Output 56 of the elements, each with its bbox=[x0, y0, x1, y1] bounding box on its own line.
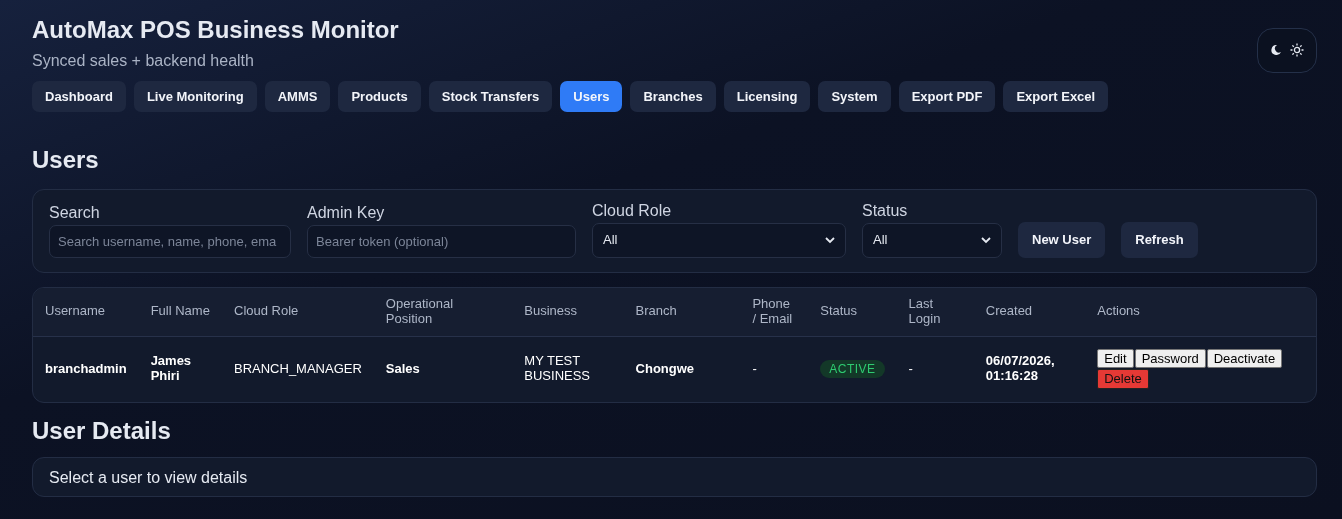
row-action-button[interactable]: Deactivate bbox=[1206, 348, 1283, 369]
caret-icon bbox=[981, 236, 991, 244]
nav-tab[interactable]: Branches bbox=[630, 80, 716, 113]
nav-tab[interactable]: System bbox=[818, 80, 891, 113]
row-action-button[interactable]: Edit bbox=[1097, 348, 1134, 369]
nav-tab[interactable]: Live Monitoring bbox=[133, 80, 257, 113]
app-title: AutoMax POS Business Monitor bbox=[32, 16, 399, 45]
table-cell: Sales bbox=[373, 336, 513, 402]
nav-tab[interactable]: Licensing bbox=[723, 80, 811, 113]
column-header: Cloud Role bbox=[222, 287, 374, 337]
table-cell: Chongwe bbox=[623, 336, 741, 402]
action-button[interactable]: Refresh bbox=[1121, 222, 1198, 258]
column-header: Phone / Email bbox=[740, 287, 809, 337]
table-cell: BRANCH_MANAGER bbox=[222, 336, 374, 402]
field-label: Status bbox=[862, 202, 909, 220]
table-cell: - bbox=[896, 336, 974, 402]
column-header: Last Login bbox=[896, 287, 974, 337]
nav-tab[interactable]: Export Excel bbox=[1003, 80, 1109, 113]
field-label: Admin Key bbox=[307, 204, 386, 222]
section-heading: Users bbox=[32, 146, 100, 176]
section-heading: User Details bbox=[32, 416, 172, 446]
table-cell: James Phiri bbox=[138, 336, 222, 402]
field-label: Cloud Role bbox=[592, 202, 673, 220]
status-badge: ACTIVE bbox=[820, 359, 885, 378]
theme-toggle[interactable] bbox=[1257, 28, 1317, 73]
caret-icon bbox=[825, 236, 835, 244]
nav-tab[interactable]: Users bbox=[560, 80, 623, 113]
column-header: Username bbox=[33, 287, 139, 337]
action-button[interactable]: New User bbox=[1018, 222, 1106, 258]
input-field[interactable]: Search username, name, phone, ema bbox=[49, 224, 291, 258]
row-action-button[interactable]: Delete bbox=[1097, 369, 1149, 389]
input-field[interactable]: Bearer token (optional) bbox=[307, 224, 576, 258]
nav-tab[interactable]: AMMS bbox=[264, 80, 331, 113]
field-label: Search bbox=[49, 204, 101, 222]
nav-tab[interactable]: Products bbox=[338, 80, 421, 113]
column-header: Branch bbox=[623, 287, 741, 337]
sun-icon bbox=[1290, 43, 1304, 58]
nav-tab[interactable]: Stock Transfers bbox=[428, 80, 553, 113]
select-field[interactable]: All bbox=[862, 222, 1002, 258]
column-header: Business bbox=[512, 287, 624, 337]
nav-tab[interactable]: Export PDF bbox=[898, 80, 996, 113]
app-subtitle: Synced sales + backend health bbox=[32, 50, 255, 71]
column-header: Full Name bbox=[138, 287, 222, 337]
row-action-button[interactable]: Password bbox=[1134, 348, 1206, 369]
column-header: Created bbox=[973, 287, 1086, 337]
moon-icon bbox=[1270, 44, 1282, 57]
table-cell: branchadmin bbox=[33, 336, 139, 402]
table-cell: MY TEST BUSINESS bbox=[512, 336, 624, 402]
nav-tab[interactable]: Dashboard bbox=[32, 80, 126, 113]
column-header: Status bbox=[808, 287, 897, 337]
empty-message: Select a user to view details bbox=[49, 468, 249, 489]
table-cell: - bbox=[740, 336, 809, 402]
column-header: Operational Position bbox=[373, 287, 513, 337]
select-field[interactable]: All bbox=[592, 222, 846, 258]
table-cell: 06/07/2026, 01:16:28 bbox=[973, 336, 1086, 402]
column-header: Actions bbox=[1085, 287, 1316, 337]
